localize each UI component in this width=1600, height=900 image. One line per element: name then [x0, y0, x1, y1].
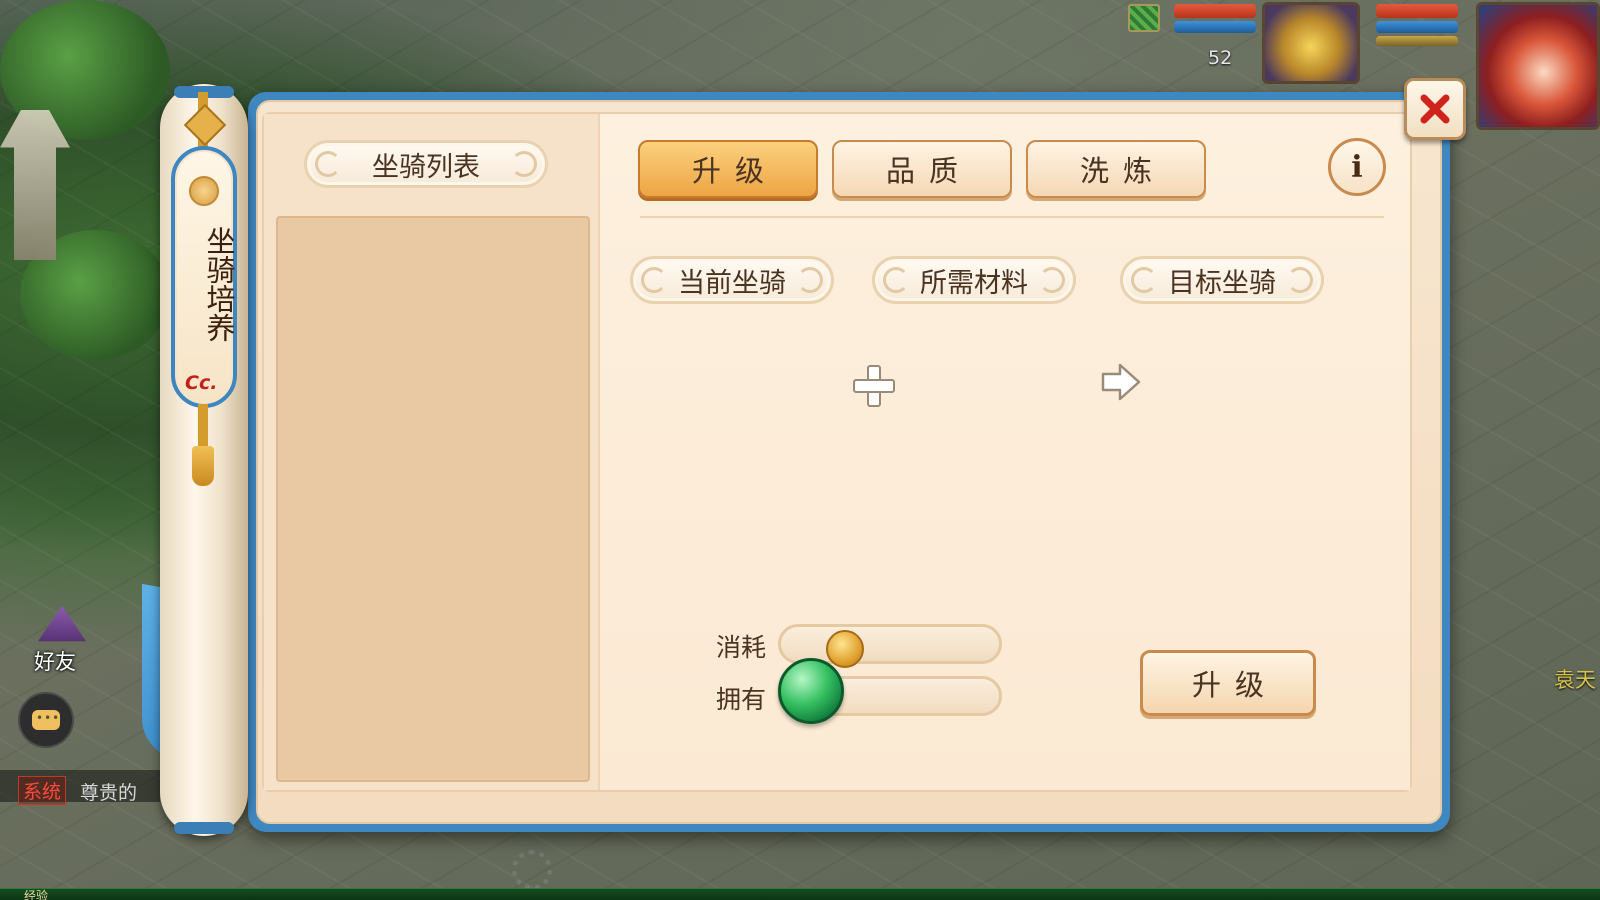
player-status-bars [1174, 4, 1256, 36]
exp-bar: 经验 [0, 888, 1600, 900]
tab-quality-label: 品质 [885, 154, 972, 188]
arrow-right-icon [1101, 363, 1141, 401]
hp-bar [1174, 4, 1256, 18]
info-button[interactable]: i [1328, 138, 1386, 196]
pet-mp-bar [1376, 21, 1458, 33]
current-mount-label: 当前坐骑 [630, 256, 834, 304]
consume-label: 消耗 [716, 633, 767, 662]
knot-ornament-top [198, 92, 208, 152]
tab-upgrade-label: 升级 [691, 154, 778, 188]
close-icon [1420, 94, 1450, 124]
upgrade-button[interactable]: 升级 [1140, 650, 1316, 716]
info-icon: i [1351, 149, 1363, 185]
mount-training-panel: 坐骑列表 升级 品质 洗炼 i 当前坐骑 所需材料 目标坐骑 消耗 拥有 升级 [248, 92, 1450, 832]
chat-icon [32, 710, 60, 730]
mp-bar [1174, 21, 1256, 33]
npc-name-label: 袁天 [1554, 668, 1596, 692]
tassel-icon [192, 404, 214, 486]
friends-label: 好友 [34, 650, 76, 674]
gold-coin-icon [826, 630, 864, 668]
tab-upgrade[interactable]: 升级 [638, 140, 818, 198]
chat-button[interactable] [18, 692, 74, 748]
close-button[interactable] [1404, 78, 1466, 140]
emblem-icon [189, 176, 219, 206]
divider [640, 216, 1384, 218]
mount-list[interactable] [276, 216, 590, 782]
mount-list-title: 坐骑列表 [304, 140, 548, 188]
required-materials-text: 所需材料 [920, 267, 1028, 299]
tab-refine[interactable]: 洗炼 [1026, 140, 1206, 198]
wizard-hat-icon [38, 606, 86, 642]
player-portrait[interactable] [1476, 2, 1600, 130]
upgrade-button-label: 升级 [1191, 668, 1278, 702]
friends-button[interactable]: 好友 [24, 606, 96, 678]
target-mount-text: 目标坐骑 [1168, 267, 1276, 299]
player-level: 52 [1208, 47, 1233, 69]
mount-list-title-text: 坐骑列表 [372, 151, 480, 183]
target-mount-label: 目标坐骑 [1120, 256, 1324, 304]
plus-icon [853, 365, 895, 407]
jade-dragon-coin-icon [778, 658, 844, 724]
tab-refine-label: 洗炼 [1079, 154, 1166, 188]
scroll-title: 坐骑培养 [202, 226, 236, 342]
seal-mark: Cc. [185, 372, 218, 394]
scroll-title-tag: 坐骑培养 Cc. [171, 146, 237, 408]
pet-status-bars [1376, 4, 1458, 46]
minimap-icon[interactable] [1128, 4, 1160, 32]
system-tag: 系统 [18, 776, 67, 805]
exp-label: 经验 [24, 889, 49, 900]
pet-portrait[interactable] [1262, 2, 1360, 84]
tab-quality[interactable]: 品质 [832, 140, 1012, 198]
pet-xp-bar [1376, 36, 1458, 46]
pet-hp-bar [1376, 4, 1458, 18]
required-materials-label: 所需材料 [872, 256, 1076, 304]
scroll-cap-bottom [174, 822, 234, 834]
own-label: 拥有 [716, 685, 767, 714]
current-mount-text: 当前坐骑 [678, 267, 786, 299]
system-message[interactable]: 尊贵的 [80, 778, 137, 805]
gear-icon[interactable] [512, 850, 552, 890]
